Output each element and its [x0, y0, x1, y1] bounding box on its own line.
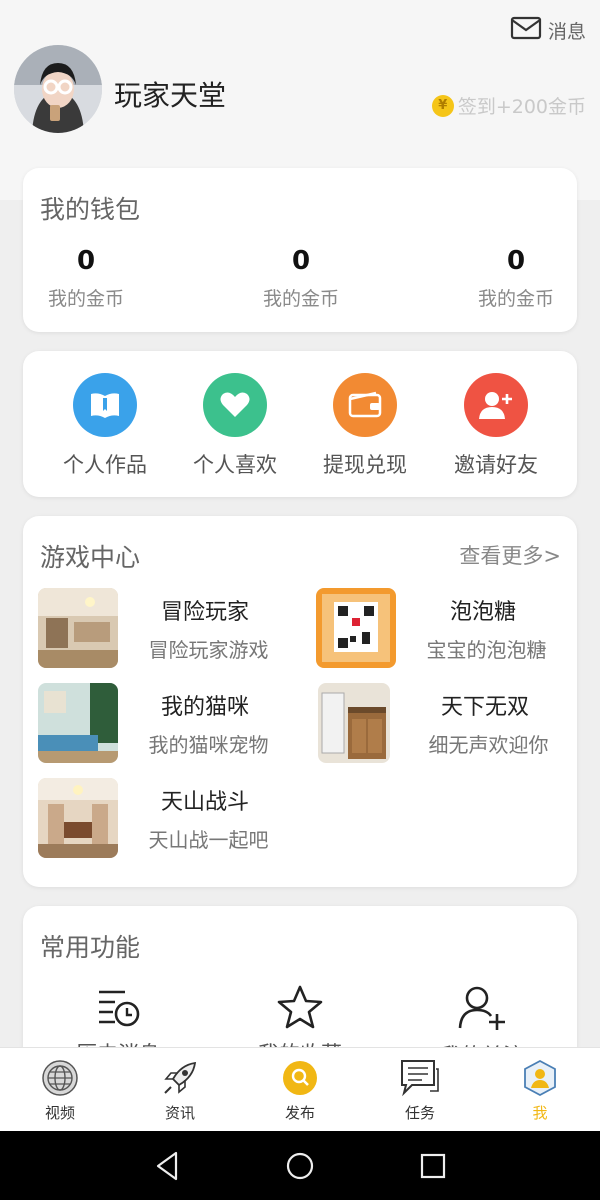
quick-action-likes[interactable]: 个人喜欢	[180, 373, 290, 479]
wallet-item-coins-1[interactable]: 0 我的金币	[16, 246, 156, 311]
quick-actions-card: 个人作品 个人喜欢 提现兑现 邀请好友	[23, 351, 577, 497]
coin-icon: ¥	[431, 94, 454, 117]
nav-tab-me[interactable]: 我	[480, 1058, 600, 1123]
game-thumbnail	[318, 683, 390, 763]
game-item-tianshan-battle[interactable]: 天山战斗 天山战一起吧	[38, 778, 308, 858]
wallet-value: 0	[76, 246, 96, 276]
chat-list-icon	[360, 1058, 480, 1098]
game-desc: 我的猫咪宠物	[148, 733, 269, 757]
globe-icon	[0, 1058, 120, 1098]
game-desc: 冒险玩家游戏	[148, 638, 269, 662]
game-center-card: 游戏中心 查看更多> 冒险玩家 冒险玩家游戏 泡泡糖 宝宝的泡泡糖 我的猫咪 我…	[23, 516, 577, 887]
game-thumbnail	[38, 588, 118, 668]
username: 玩家天堂	[114, 79, 227, 112]
game-name: 泡泡糖	[449, 600, 516, 625]
quick-action-label: 邀请好友	[454, 453, 538, 477]
game-item-peerless[interactable]: 天下无双 细无声欢迎你	[318, 683, 588, 763]
system-nav-bar	[0, 1131, 600, 1200]
wallet-title: 我的钱包	[40, 195, 141, 224]
nav-label: 我	[532, 1104, 548, 1122]
heart-icon	[203, 373, 267, 437]
search-icon	[240, 1058, 360, 1098]
mail-icon	[510, 16, 542, 45]
checkin-button[interactable]: ¥ 签到+200金币	[431, 92, 586, 119]
game-center-title: 游戏中心	[40, 543, 141, 572]
wallet-item-coins-2[interactable]: 0 我的金币	[231, 246, 371, 311]
wallet-label: 我的金币	[477, 288, 554, 310]
game-item-adventure[interactable]: 冒险玩家 冒险玩家游戏	[38, 588, 308, 668]
game-item-my-cat[interactable]: 我的猫咪 我的猫咪宠物	[38, 683, 308, 763]
view-more-link[interactable]: 查看更多>	[459, 540, 561, 570]
home-icon[interactable]	[283, 1149, 317, 1183]
nav-tab-news[interactable]: 资讯	[120, 1058, 240, 1123]
game-name: 天山战斗	[160, 790, 249, 815]
wallet-value: 0	[506, 246, 526, 276]
wallet-label: 我的金币	[262, 288, 339, 310]
bottom-nav: 视频 资讯 发布 任务 我	[0, 1047, 600, 1132]
wallet-icon	[333, 373, 397, 437]
add-user-icon	[464, 373, 528, 437]
game-thumbnail	[38, 778, 118, 858]
game-desc: 天山战一起吧	[148, 828, 269, 852]
game-name: 冒险玩家	[160, 600, 249, 625]
messages-button[interactable]: 消息	[510, 16, 586, 45]
common-functions-title: 常用功能	[40, 933, 141, 962]
nav-tab-video[interactable]: 视频	[0, 1058, 120, 1123]
nav-tab-publish[interactable]: 发布	[240, 1058, 360, 1123]
game-thumbnail	[38, 683, 118, 763]
history-icon	[43, 984, 193, 1034]
nav-label: 资讯	[164, 1104, 195, 1122]
quick-action-works[interactable]: 个人作品	[50, 373, 160, 479]
rocket-icon	[120, 1058, 240, 1098]
nav-label: 发布	[284, 1104, 315, 1122]
game-name: 我的猫咪	[160, 695, 249, 720]
avatar[interactable]	[14, 45, 102, 133]
messages-label: 消息	[547, 21, 586, 43]
book-icon	[73, 373, 137, 437]
nav-label: 任务	[404, 1104, 435, 1122]
profile-icon	[480, 1058, 600, 1098]
recents-icon[interactable]	[416, 1149, 450, 1183]
game-desc: 细无声欢迎你	[428, 733, 549, 757]
quick-action-label: 个人喜欢	[193, 453, 277, 477]
quick-action-label: 提现兑现	[323, 453, 407, 477]
game-item-bubblegum[interactable]: 泡泡糖 宝宝的泡泡糖	[316, 588, 586, 668]
wallet-label: 我的金币	[47, 288, 124, 310]
game-thumbnail	[316, 588, 396, 668]
nav-label: 视频	[44, 1104, 75, 1122]
nav-tab-tasks[interactable]: 任务	[360, 1058, 480, 1123]
wallet-value: 0	[291, 246, 311, 276]
quick-action-invite[interactable]: 邀请好友	[441, 373, 551, 479]
wallet-card: 我的钱包 0 我的金币 0 我的金币 0 我的金币	[23, 168, 577, 332]
wallet-item-coins-3[interactable]: 0 我的金币	[446, 246, 586, 311]
follow-user-icon	[407, 984, 557, 1036]
quick-action-label: 个人作品	[63, 453, 147, 477]
checkin-label: 签到+200金币	[457, 96, 586, 118]
back-icon[interactable]	[150, 1149, 184, 1183]
game-desc: 宝宝的泡泡糖	[426, 638, 547, 662]
star-icon	[225, 984, 375, 1034]
game-name: 天下无双	[440, 695, 529, 720]
quick-action-withdraw[interactable]: 提现兑现	[310, 373, 420, 479]
